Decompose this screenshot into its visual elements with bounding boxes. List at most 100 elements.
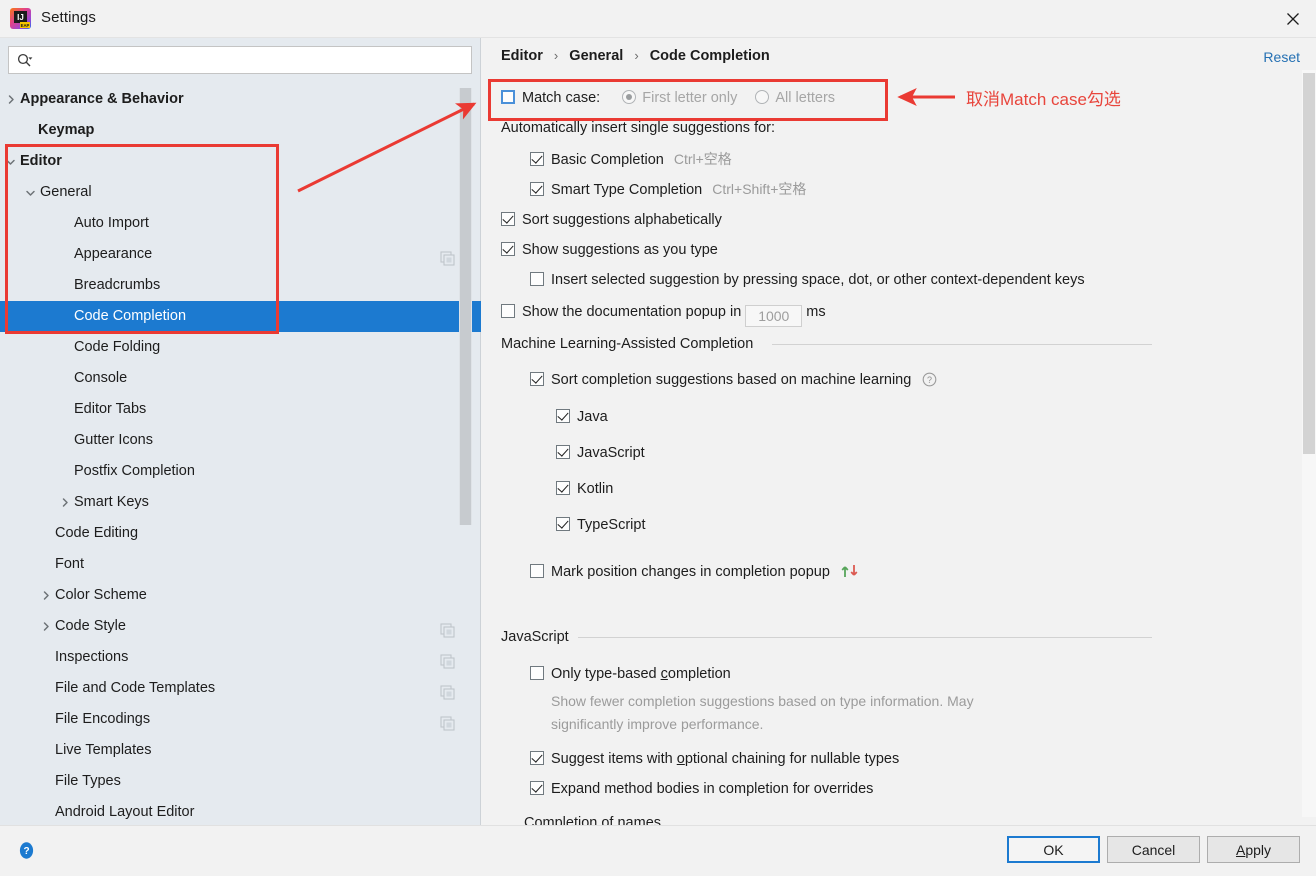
reset-link[interactable]: Reset (1263, 49, 1300, 65)
sidebar-item-editor[interactable]: Editor (0, 146, 481, 177)
only-type-based-label-post: ompletion (667, 666, 731, 682)
ml-language-javascript-checkbox[interactable] (556, 445, 570, 459)
cancel-button[interactable]: Cancel (1107, 836, 1200, 863)
first-letter-only-radio[interactable] (622, 90, 637, 104)
apply-label: pply (1245, 841, 1272, 858)
sidebar-item-label: General (40, 184, 92, 200)
chevron-right-icon[interactable] (36, 611, 54, 642)
sidebar-item-inspections[interactable]: Inspections (0, 642, 481, 673)
breadcrumb-item-general[interactable]: General (569, 48, 623, 64)
sidebar-item-keymap[interactable]: Keymap (0, 115, 481, 146)
sort-alphabetically-row: Sort suggestions alphabetically (501, 208, 722, 232)
doc-popup-label-before: Show the documentation popup in (522, 304, 742, 320)
ml-language-java-checkbox[interactable] (556, 409, 570, 423)
sidebar-item-file-encodings[interactable]: File Encodings (0, 704, 481, 735)
ml-language-kotlin-checkbox[interactable] (556, 481, 570, 495)
sidebar-item-label: Code Style (55, 618, 126, 634)
sidebar-item-file-types[interactable]: File Types (0, 766, 481, 797)
doc-popup-delay-input[interactable]: 1000 (745, 305, 803, 327)
sidebar-scrollbar-thumb[interactable] (460, 88, 471, 525)
sidebar-item-general[interactable]: General (0, 177, 481, 208)
search-input[interactable] (39, 47, 467, 73)
sidebar-item-label: Code Completion (74, 308, 187, 324)
sidebar-item-color-scheme[interactable]: Color Scheme (0, 580, 481, 611)
ml-language-typescript-checkbox[interactable] (556, 517, 570, 531)
ml-language-java-row: Java (556, 405, 608, 429)
sidebar-item-console[interactable]: Console (0, 363, 481, 394)
main-scrollbar-thumb[interactable] (1303, 73, 1315, 454)
settings-main-panel: Editor › General › Code Completion Reset… (482, 38, 1316, 825)
copy-settings-icon[interactable] (440, 619, 455, 638)
sidebar-item-postfix-completion[interactable]: Postfix Completion (0, 456, 481, 487)
title-bar: IJ EAP Settings (0, 0, 1316, 38)
smart-type-completion-checkbox[interactable] (530, 182, 544, 196)
help-circle-icon[interactable]: ? (17, 841, 36, 860)
breadcrumb-item-editor[interactable]: Editor (501, 48, 543, 64)
breadcrumb-item-code-completion[interactable]: Code Completion (650, 48, 770, 64)
copy-settings-icon[interactable] (440, 712, 455, 731)
question-circle-icon[interactable]: ? (922, 371, 937, 387)
expand-method-bodies-checkbox[interactable] (530, 781, 544, 795)
sidebar-item-android-layout-editor[interactable]: Android Layout Editor (0, 797, 481, 825)
all-letters-radio[interactable] (755, 90, 770, 104)
sidebar-item-label: Keymap (38, 122, 95, 138)
match-case-label: Match case: (522, 90, 601, 106)
sidebar-item-code-style[interactable]: Code Style (0, 611, 481, 642)
insert-selected-checkbox[interactable] (530, 272, 544, 286)
sidebar-item-code-folding[interactable]: Code Folding (0, 332, 481, 363)
search-box[interactable] (8, 46, 472, 74)
js-section-divider (578, 637, 1152, 638)
breadcrumb: Editor › General › Code Completion (501, 48, 770, 64)
basic-completion-checkbox[interactable] (530, 152, 544, 166)
sidebar-item-label: Appearance (74, 246, 153, 262)
js-section-title: JavaScript (501, 627, 578, 647)
sidebar-item-appearance-behavior[interactable]: Appearance & Behavior (0, 84, 481, 115)
match-case-checkbox[interactable] (501, 90, 515, 104)
copy-settings-icon[interactable] (440, 247, 455, 266)
only-type-based-description-line1: Show fewer completion suggestions based … (551, 693, 974, 709)
smart-type-completion-row: Smart Type Completion Ctrl+Shift+空格 (530, 177, 806, 201)
chevron-right-icon[interactable] (36, 580, 54, 611)
basic-completion-shortcut: Ctrl+空格 (673, 151, 732, 167)
copy-settings-icon[interactable] (440, 681, 455, 700)
chevron-right-icon[interactable] (55, 487, 73, 518)
apply-button[interactable]: Apply (1207, 836, 1300, 863)
basic-completion-row: Basic Completion Ctrl+空格 (530, 147, 732, 171)
only-type-based-checkbox[interactable] (530, 666, 544, 680)
sort-ml-label: Sort completion suggestions based on mac… (551, 372, 912, 388)
copy-settings-icon[interactable] (440, 650, 455, 669)
sidebar-item-font[interactable]: Font (0, 549, 481, 580)
sidebar-item-smart-keys[interactable]: Smart Keys (0, 487, 481, 518)
sidebar-item-code-completion[interactable]: Code Completion (0, 301, 481, 332)
sort-alphabetically-label: Sort suggestions alphabetically (522, 212, 722, 228)
mark-position-checkbox[interactable] (530, 564, 544, 578)
sidebar-item-file-and-code-templates[interactable]: File and Code Templates (0, 673, 481, 704)
insert-selected-label: Insert selected suggestion by pressing s… (551, 272, 1085, 288)
sidebar-item-breadcrumbs[interactable]: Breadcrumbs (0, 270, 481, 301)
chevron-right-icon[interactable] (1, 84, 19, 115)
settings-tree[interactable]: Appearance & Behavior Keymap Editor General… (0, 84, 481, 825)
sidebar-item-appearance[interactable]: Appearance (0, 239, 481, 270)
sidebar-item-editor-tabs[interactable]: Editor Tabs (0, 394, 481, 425)
ml-language-java-label: Java (577, 409, 608, 425)
ok-button[interactable]: OK (1007, 836, 1100, 863)
sort-alphabetically-checkbox[interactable] (501, 212, 515, 226)
sidebar-item-live-templates[interactable]: Live Templates (0, 735, 481, 766)
sidebar-item-label: Appearance & Behavior (20, 91, 184, 107)
show-as-you-type-checkbox[interactable] (501, 242, 515, 256)
doc-popup-checkbox[interactable] (501, 304, 515, 318)
only-type-based-description-line2: significantly improve performance. (551, 716, 764, 732)
sidebar-item-gutter-icons[interactable]: Gutter Icons (0, 425, 481, 456)
apply-mnemonic: A (1235, 841, 1246, 858)
close-icon[interactable] (1269, 0, 1316, 37)
ml-language-javascript-label: JavaScript (577, 445, 645, 461)
chevron-down-icon[interactable] (1, 146, 19, 177)
only-type-based-mnemonic: c (660, 666, 668, 682)
sidebar-item-auto-import[interactable]: Auto Import (0, 208, 481, 239)
optional-chaining-checkbox[interactable] (530, 751, 544, 765)
sidebar-item-code-editing[interactable]: Code Editing (0, 518, 481, 549)
sidebar-item-label: Font (55, 556, 85, 572)
svg-text:IJ: IJ (17, 13, 24, 22)
chevron-down-icon[interactable] (21, 177, 39, 208)
sort-ml-checkbox[interactable] (530, 372, 544, 386)
